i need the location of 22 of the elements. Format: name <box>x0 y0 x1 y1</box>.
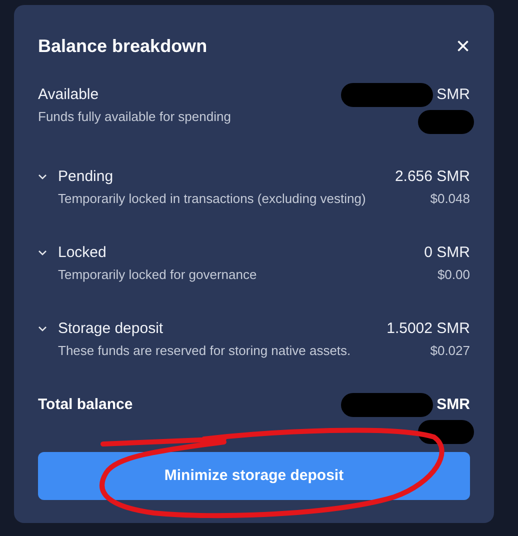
amount-text: 0 SMR <box>424 243 470 263</box>
dialog-title: Balance breakdown <box>38 35 208 58</box>
section-description: Temporarily locked in transactions (excluding vesting) <box>58 190 366 208</box>
amount-text: 2.656 SMR <box>394 167 470 187</box>
chevron-down-icon[interactable] <box>38 174 47 180</box>
section-description: Funds fully available for spending <box>38 108 231 126</box>
section-label: Storage deposit <box>58 319 164 339</box>
section-label: Locked <box>58 243 108 263</box>
section-description: Temporarily locked for governance <box>58 266 257 284</box>
section-label: Available <box>38 85 100 105</box>
amount-text: SMR <box>436 85 470 105</box>
section-description: These funds are reserved for storing native assets. <box>58 342 351 360</box>
fiat-value: $0.027 <box>430 342 470 360</box>
amount-text: SMR <box>436 395 470 415</box>
chevron-down-icon[interactable] <box>38 326 47 332</box>
section-label: Total balance <box>38 395 133 415</box>
section-label: Pending <box>58 167 114 187</box>
fiat-value: $0.048 <box>430 190 470 208</box>
amount-text: 1.5002 SMR <box>386 319 470 339</box>
close-button[interactable]: × <box>456 34 470 58</box>
fiat-value: $0.00 <box>437 266 470 284</box>
chevron-down-icon[interactable] <box>38 250 47 256</box>
